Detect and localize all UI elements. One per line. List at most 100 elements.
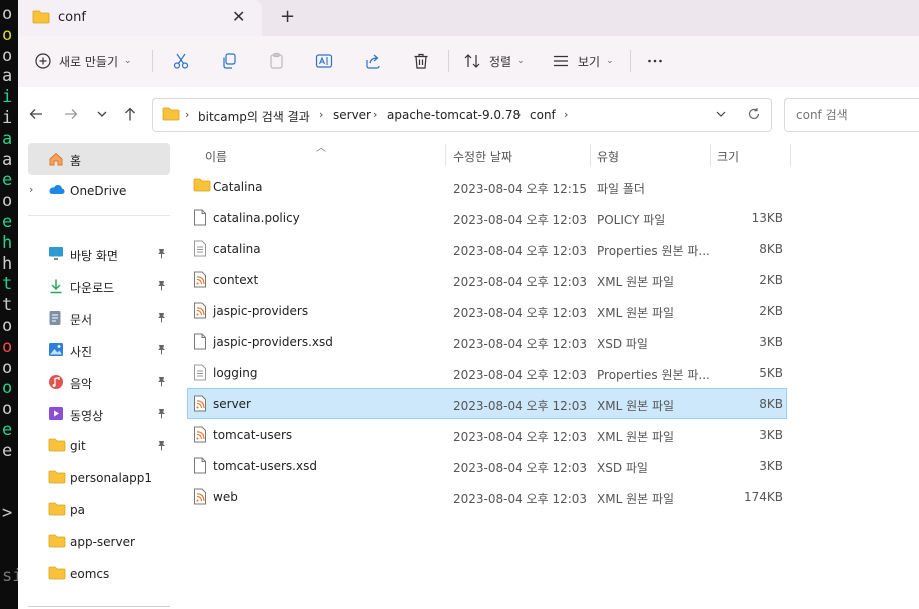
pin-icon[interactable] — [156, 312, 167, 326]
arrow-up-icon — [125, 107, 135, 121]
trash-icon — [412, 52, 430, 70]
sidebar-item-label: personalapp1 — [70, 471, 153, 485]
sidebar-item-바탕-화면[interactable]: 바탕 화면 — [18, 239, 170, 269]
sidebar-item-label: eomcs — [70, 567, 110, 581]
pin-icon[interactable] — [156, 280, 167, 294]
cut-button[interactable] — [172, 51, 190, 71]
sidebar-item-git[interactable]: git — [18, 431, 170, 461]
xml-file-icon — [193, 271, 207, 291]
file-row[interactable]: context 2023-08-04 오후 12:03 XML 원본 파일 2KB — [188, 265, 786, 294]
pin-icon[interactable] — [156, 248, 167, 262]
refresh-icon — [748, 108, 760, 120]
sidebar-item-eomcs[interactable]: eomcs — [18, 559, 170, 589]
copy-button[interactable] — [220, 51, 238, 71]
back-button[interactable] — [28, 106, 44, 125]
search-input[interactable] — [794, 107, 918, 123]
sidebar-item-문서[interactable]: 문서 — [18, 303, 170, 333]
view-button[interactable]: 보기 ⌄ — [552, 51, 614, 71]
file-row[interactable]: tomcat-users 2023-08-04 오후 12:03 XML 원본 파일… — [188, 420, 786, 449]
sort-ascending-icon: ︿ — [316, 143, 326, 154]
file-type: Properties 원본 파... — [597, 368, 709, 382]
more-options-button[interactable] — [646, 51, 664, 71]
file-type: XSD 파일 — [597, 337, 648, 351]
column-divider[interactable] — [790, 144, 791, 166]
chevron-right-icon: › — [517, 108, 522, 121]
arrow-left-icon — [29, 109, 42, 119]
file-icon — [193, 333, 207, 353]
sidebar-item-다운로드[interactable]: 다운로드 — [18, 271, 170, 301]
chevron-down-icon — [716, 111, 726, 117]
breadcrumb-apache-tomcat[interactable]: apache-tomcat-9.0.78 — [387, 108, 520, 122]
file-row[interactable]: jaspic-providers.xsd 2023-08-04 오후 12:03 X… — [188, 327, 786, 356]
file-date: 2023-08-04 오후 12:03 — [453, 399, 588, 413]
column-type[interactable]: 유형 — [597, 148, 619, 165]
sidebar-item-음악[interactable]: 음악 — [18, 367, 170, 397]
file-row[interactable]: catalina 2023-08-04 오후 12:03 Properties 원본… — [188, 234, 786, 263]
divider — [28, 215, 170, 216]
column-divider[interactable] — [710, 144, 711, 166]
file-row[interactable]: tomcat-users.xsd 2023-08-04 오후 12:03 XSD 파… — [188, 451, 786, 480]
file-row[interactable]: server 2023-08-04 오후 12:03 XML 원본 파일 8KB — [187, 388, 787, 419]
terminal-line: o — [2, 191, 13, 212]
refresh-button[interactable] — [747, 107, 761, 124]
breadcrumb-search-results[interactable]: bitcamp의 검색 결과 — [198, 108, 310, 125]
pin-icon[interactable] — [156, 440, 167, 454]
sidebar-item-pa[interactable]: pa — [18, 495, 170, 525]
file-date: 2023-08-04 오후 12:03 — [453, 492, 588, 506]
scissors-icon — [172, 52, 190, 70]
close-icon[interactable]: ✕ — [232, 7, 245, 26]
chevron-right-icon: › — [373, 108, 378, 121]
file-date: 2023-08-04 오후 12:03 — [453, 275, 588, 289]
column-header: ︿ 이름 수정한 날짜 유형 크기 — [170, 142, 791, 168]
breadcrumb-server[interactable]: server — [333, 108, 371, 122]
share-button[interactable] — [364, 51, 382, 71]
navigation-pane: 홈 › OneDrive 바탕 화면 다운로드 문서 사진 음악 동영상 git person… — [18, 142, 170, 609]
terminal-line: e — [2, 420, 13, 440]
up-button[interactable] — [122, 106, 138, 125]
forward-button[interactable] — [63, 106, 79, 125]
sidebar-item-home[interactable]: 홈 — [28, 143, 170, 175]
sidebar-item-사진[interactable]: 사진 — [18, 335, 170, 365]
file-list: ︿ 이름 수정한 날짜 유형 크기 Catalina 2023-08-04 오후 … — [170, 142, 919, 609]
command-bar: 새로 만들기 ⌄ 정렬 ⌄ 보기 ⌄ — [18, 36, 919, 88]
sidebar-item-동영상[interactable]: 동영상 — [18, 399, 170, 429]
text-file-icon — [193, 240, 207, 260]
column-size[interactable]: 크기 — [717, 148, 739, 165]
search-box[interactable] — [784, 98, 919, 132]
tab-conf[interactable]: conf ✕ — [18, 0, 262, 36]
file-type: XML 원본 파일 — [597, 430, 675, 444]
new-button[interactable]: 새로 만들기 ⌄ — [35, 51, 132, 71]
file-size: 13KB — [751, 211, 783, 225]
sidebar-item-app-server[interactable]: app-server — [18, 527, 170, 557]
address-history-button[interactable] — [715, 108, 727, 123]
file-name: web — [213, 490, 238, 504]
column-name[interactable]: 이름 — [205, 148, 227, 165]
column-divider[interactable] — [445, 144, 446, 166]
column-divider[interactable] — [590, 144, 591, 166]
file-name: context — [213, 273, 259, 287]
pin-icon[interactable] — [156, 408, 167, 422]
sidebar-item-onedrive[interactable]: › OneDrive — [18, 176, 170, 206]
desktop-icon — [48, 246, 64, 263]
file-row[interactable]: web 2023-08-04 오후 12:03 XML 원본 파일 174KB — [188, 482, 786, 511]
file-row[interactable]: logging 2023-08-04 오후 12:03 Properties 원본 … — [188, 358, 786, 387]
pin-icon[interactable] — [156, 376, 167, 390]
breadcrumb-conf[interactable]: conf — [530, 108, 556, 122]
sort-button[interactable]: 정렬 ⌄ — [463, 51, 525, 71]
file-row[interactable]: Catalina 2023-08-04 오후 12:15 파일 폴더 — [188, 172, 786, 201]
column-date[interactable]: 수정한 날짜 — [453, 148, 512, 165]
pin-icon[interactable] — [156, 344, 167, 358]
new-tab-button[interactable]: + — [280, 6, 295, 27]
file-row[interactable]: catalina.policy 2023-08-04 오후 12:03 POLICY… — [188, 203, 786, 232]
file-size: 8KB — [759, 242, 783, 256]
address-bar[interactable]: › bitcamp의 검색 결과 › server › apache-tomca… — [152, 98, 772, 132]
sidebar-item-personalapp1[interactable]: personalapp1 — [18, 463, 170, 493]
delete-button[interactable] — [412, 51, 430, 71]
chevron-right-icon[interactable]: › — [29, 183, 33, 196]
folder-icon — [32, 10, 50, 27]
recent-locations-button[interactable] — [95, 107, 109, 124]
paste-button[interactable] — [268, 51, 286, 71]
file-row[interactable]: jaspic-providers 2023-08-04 오후 12:03 XML 원… — [188, 296, 786, 325]
terminal-line: e — [2, 170, 13, 191]
rename-button[interactable] — [315, 51, 333, 71]
